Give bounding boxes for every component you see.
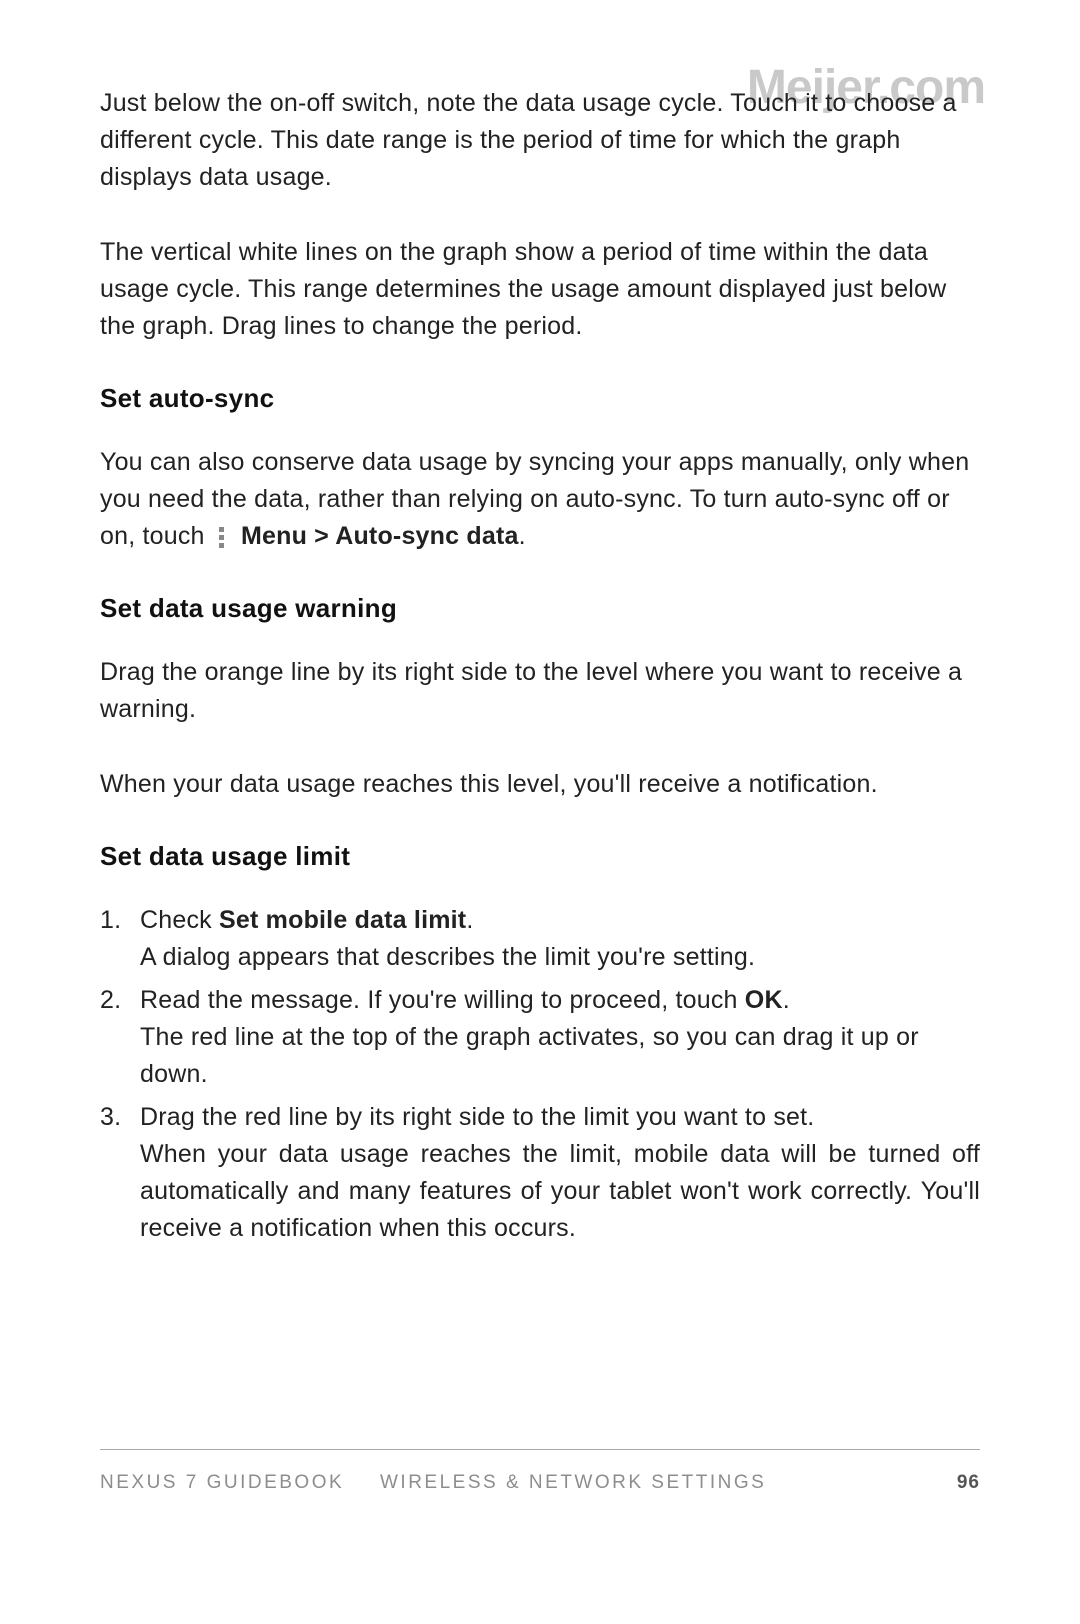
overflow-menu-icon	[216, 524, 228, 546]
autosync-text-before: You can also conserve data usage by sync…	[100, 448, 969, 550]
page-footer: NEXUS 7 GUIDEBOOK WIRELESS & NETWORK SET…	[100, 1449, 980, 1494]
footer-section-title: WIRELESS & NETWORK SETTINGS	[350, 1472, 957, 1494]
autosync-period: .	[519, 522, 526, 550]
limit-steps-list: Check Set mobile data limit. A dialog ap…	[100, 902, 980, 1247]
intro-paragraph-2: The vertical white lines on the graph sh…	[100, 234, 980, 345]
heading-data-limit: Set data usage limit	[100, 841, 980, 872]
step-after-bold: .	[466, 906, 473, 934]
page-content: Just below the on-off switch, note the d…	[0, 0, 1080, 1247]
step-body: The red line at the top of the graph act…	[140, 1019, 980, 1093]
autosync-paragraph: You can also conserve data usage by sync…	[100, 444, 980, 555]
autosync-menu-path: Menu > Auto-sync data	[241, 522, 519, 550]
step-body: A dialog appears that describes the limi…	[140, 939, 980, 976]
list-item: Check Set mobile data limit. A dialog ap…	[100, 902, 980, 976]
heading-auto-sync: Set auto-sync	[100, 383, 980, 414]
list-item: Read the message. If you're willing to p…	[100, 982, 980, 1093]
heading-data-warning: Set data usage warning	[100, 593, 980, 624]
step-lead: Drag the red line by its right side to t…	[140, 1103, 814, 1131]
step-lead: Check	[140, 906, 219, 934]
footer-book-title: NEXUS 7 GUIDEBOOK	[100, 1472, 350, 1494]
warning-paragraph-2: When your data usage reaches this level,…	[100, 766, 980, 803]
warning-paragraph-1: Drag the orange line by its right side t…	[100, 654, 980, 728]
step-after-bold: .	[783, 986, 790, 1014]
intro-paragraph-1: Just below the on-off switch, note the d…	[100, 85, 980, 196]
step-bold: OK	[745, 986, 783, 1014]
step-lead: Read the message. If you're willing to p…	[140, 986, 745, 1014]
step-body: When your data usage reaches the limit, …	[140, 1136, 980, 1247]
list-item: Drag the red line by its right side to t…	[100, 1099, 980, 1247]
footer-page-number: 96	[957, 1472, 980, 1494]
step-bold: Set mobile data limit	[219, 906, 466, 934]
